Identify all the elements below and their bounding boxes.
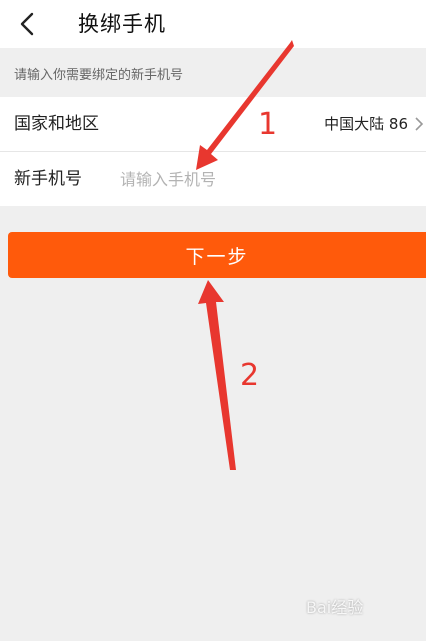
region-label: 国家和地区	[14, 114, 99, 134]
chevron-left-icon	[20, 12, 34, 36]
watermark: Bai经验	[306, 598, 364, 617]
phone-label: 新手机号	[14, 169, 82, 189]
region-row[interactable]: 国家和地区 中国大陆 86	[0, 97, 426, 151]
phone-input[interactable]	[120, 165, 400, 193]
header-bar: 换绑手机	[0, 0, 426, 48]
phone-row: 新手机号	[0, 152, 426, 206]
annotation-arrow-2	[198, 280, 236, 470]
hint-text: 请输入你需要绑定的新手机号	[14, 68, 184, 83]
annotation-number-2: 2	[240, 358, 260, 393]
chevron-right-icon	[415, 117, 424, 131]
back-button[interactable]	[12, 8, 44, 40]
region-value: 中国大陆 86	[324, 115, 408, 133]
page-title: 换绑手机	[78, 12, 166, 36]
next-step-button[interactable]: 下一步	[8, 232, 426, 278]
annotation-number-1: 1	[258, 107, 278, 142]
